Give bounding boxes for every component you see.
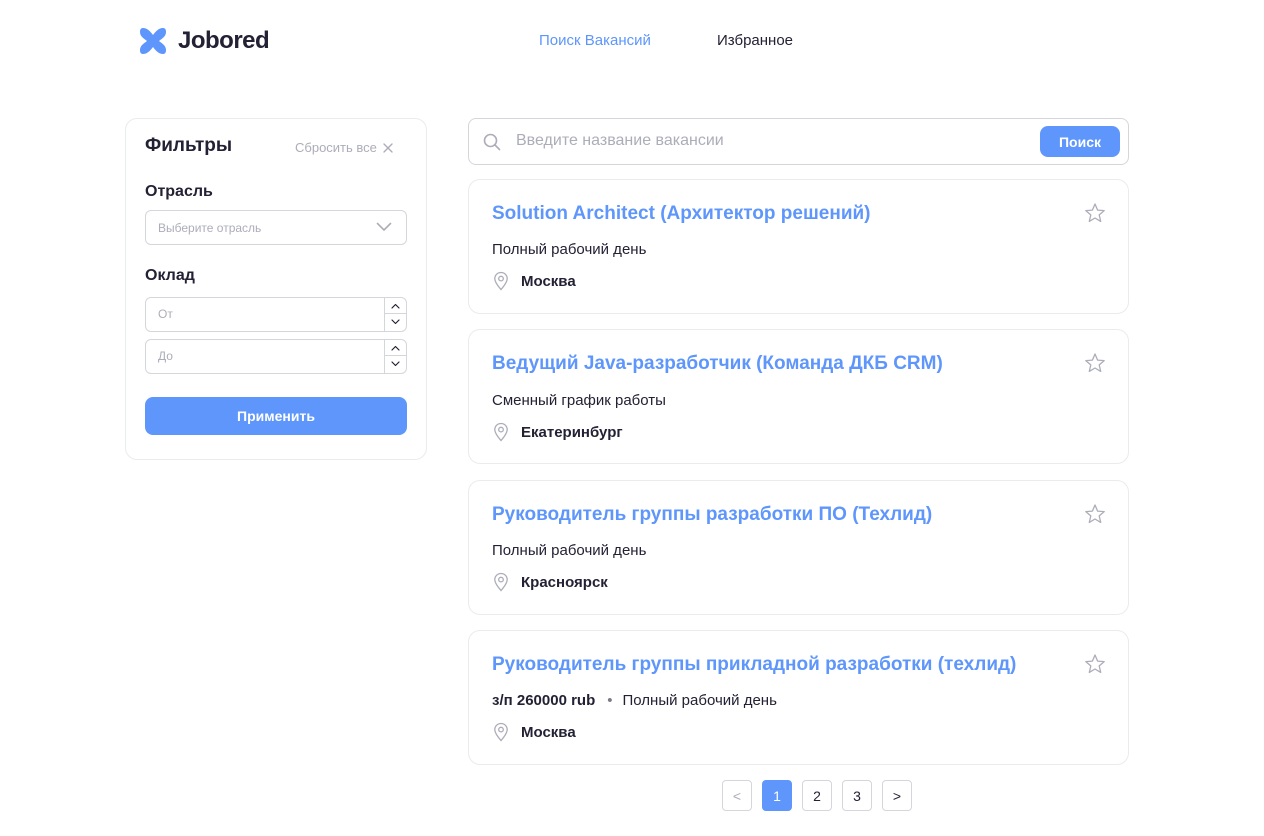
vacancy-location: Москва <box>492 722 576 742</box>
search-button[interactable]: Поиск <box>1040 126 1120 157</box>
close-icon <box>383 142 393 153</box>
vacancy-schedule: Полный рабочий день <box>492 542 647 559</box>
industry-label: Отрасль <box>145 183 213 200</box>
vacancy-title[interactable]: Solution Architect (Архитектор решений) <box>492 203 871 225</box>
vacancy-card[interactable]: Ведущий Java-разработчик (Команда ДКБ CR… <box>468 329 1129 464</box>
chevron-down-icon <box>391 319 400 325</box>
chevron-up-icon <box>391 345 400 351</box>
filters-panel: Фильтры Сбросить все Отрасль Выберите от… <box>125 118 427 460</box>
reset-all-label: Сбросить все <box>295 140 377 155</box>
salary-to-increment[interactable] <box>385 340 406 356</box>
star-icon[interactable] <box>1084 653 1106 675</box>
pagination-page-1[interactable]: 1 <box>762 780 792 811</box>
salary-to-input[interactable] <box>158 349 358 363</box>
industry-select-placeholder: Выберите отрасль <box>158 221 262 235</box>
search-bar: Поиск <box>468 118 1129 165</box>
vacancy-card[interactable]: Solution Architect (Архитектор решений) … <box>468 179 1129 314</box>
vacancy-schedule: Полный рабочий день <box>622 692 777 709</box>
salary-to-stepper <box>384 340 406 373</box>
logo[interactable]: Jobored <box>138 26 270 56</box>
vacancy-title[interactable]: Ведущий Java-разработчик (Команда ДКБ CR… <box>492 353 943 375</box>
vacancy-title[interactable]: Руководитель группы разработки ПО (Техли… <box>492 504 932 526</box>
vacancy-meta: Сменный график работы <box>492 392 666 409</box>
vacancy-location-text: Москва <box>521 723 576 741</box>
vacancy-schedule: Полный рабочий день <box>492 241 647 258</box>
vacancy-location-text: Красноярск <box>521 573 608 591</box>
logo-icon <box>140 28 166 54</box>
salary-label: Оклад <box>145 267 195 284</box>
vacancy-meta: з/п 260000 rub • Полный рабочий день <box>492 692 777 709</box>
vacancy-card[interactable]: Руководитель группы прикладной разработк… <box>468 630 1129 765</box>
pagination-page-2[interactable]: 2 <box>802 780 832 811</box>
vacancy-schedule: Сменный график работы <box>492 392 666 409</box>
search-input[interactable] <box>516 132 1016 150</box>
vacancy-location: Москва <box>492 271 576 291</box>
location-pin-icon <box>494 271 508 291</box>
star-icon[interactable] <box>1084 352 1106 374</box>
location-pin-icon <box>494 722 508 742</box>
salary-to-decrement[interactable] <box>385 356 406 372</box>
nav-link-favorites[interactable]: Избранное <box>717 32 793 49</box>
apply-button[interactable]: Применить <box>145 397 407 435</box>
chevron-up-icon <box>391 303 400 309</box>
star-icon[interactable] <box>1084 503 1106 525</box>
vacancy-location-text: Екатеринбург <box>521 423 623 441</box>
salary-from-input[interactable] <box>158 307 358 321</box>
pagination-prev-button[interactable]: < <box>722 780 752 811</box>
chevron-down-icon <box>376 222 392 231</box>
vacancy-meta: Полный рабочий день <box>492 542 646 559</box>
pagination-next-button[interactable]: > <box>882 780 912 811</box>
vacancy-card[interactable]: Руководитель группы разработки ПО (Техли… <box>468 480 1129 615</box>
industry-select[interactable]: Выберите отрасль <box>145 210 407 245</box>
reset-all-button[interactable]: Сбросить все <box>295 140 394 155</box>
logo-text: Jobored <box>178 27 270 54</box>
search-icon <box>483 133 501 151</box>
nav-link-search[interactable]: Поиск Вакансий <box>539 32 651 49</box>
filters-title: Фильтры <box>145 135 233 156</box>
pagination: < 1 2 3 > <box>722 780 912 811</box>
vacancy-meta: Полный рабочий день <box>492 241 646 258</box>
salary-from-increment[interactable] <box>385 298 406 314</box>
vacancy-location-text: Москва <box>521 272 576 290</box>
salary-from-decrement[interactable] <box>385 314 406 330</box>
location-pin-icon <box>494 422 508 442</box>
vacancy-title[interactable]: Руководитель группы прикладной разработк… <box>492 654 1016 676</box>
star-icon[interactable] <box>1084 202 1106 224</box>
location-pin-icon <box>494 572 508 592</box>
pagination-page-3[interactable]: 3 <box>842 780 872 811</box>
vacancy-location: Красноярск <box>492 572 608 592</box>
salary-from-field <box>145 297 407 332</box>
chevron-down-icon <box>391 361 400 367</box>
vacancy-salary: з/п 260000 rub <box>492 692 596 709</box>
meta-separator: • <box>607 692 613 709</box>
salary-to-field <box>145 339 407 374</box>
vacancy-location: Екатеринбург <box>492 422 623 442</box>
salary-from-stepper <box>384 298 406 331</box>
